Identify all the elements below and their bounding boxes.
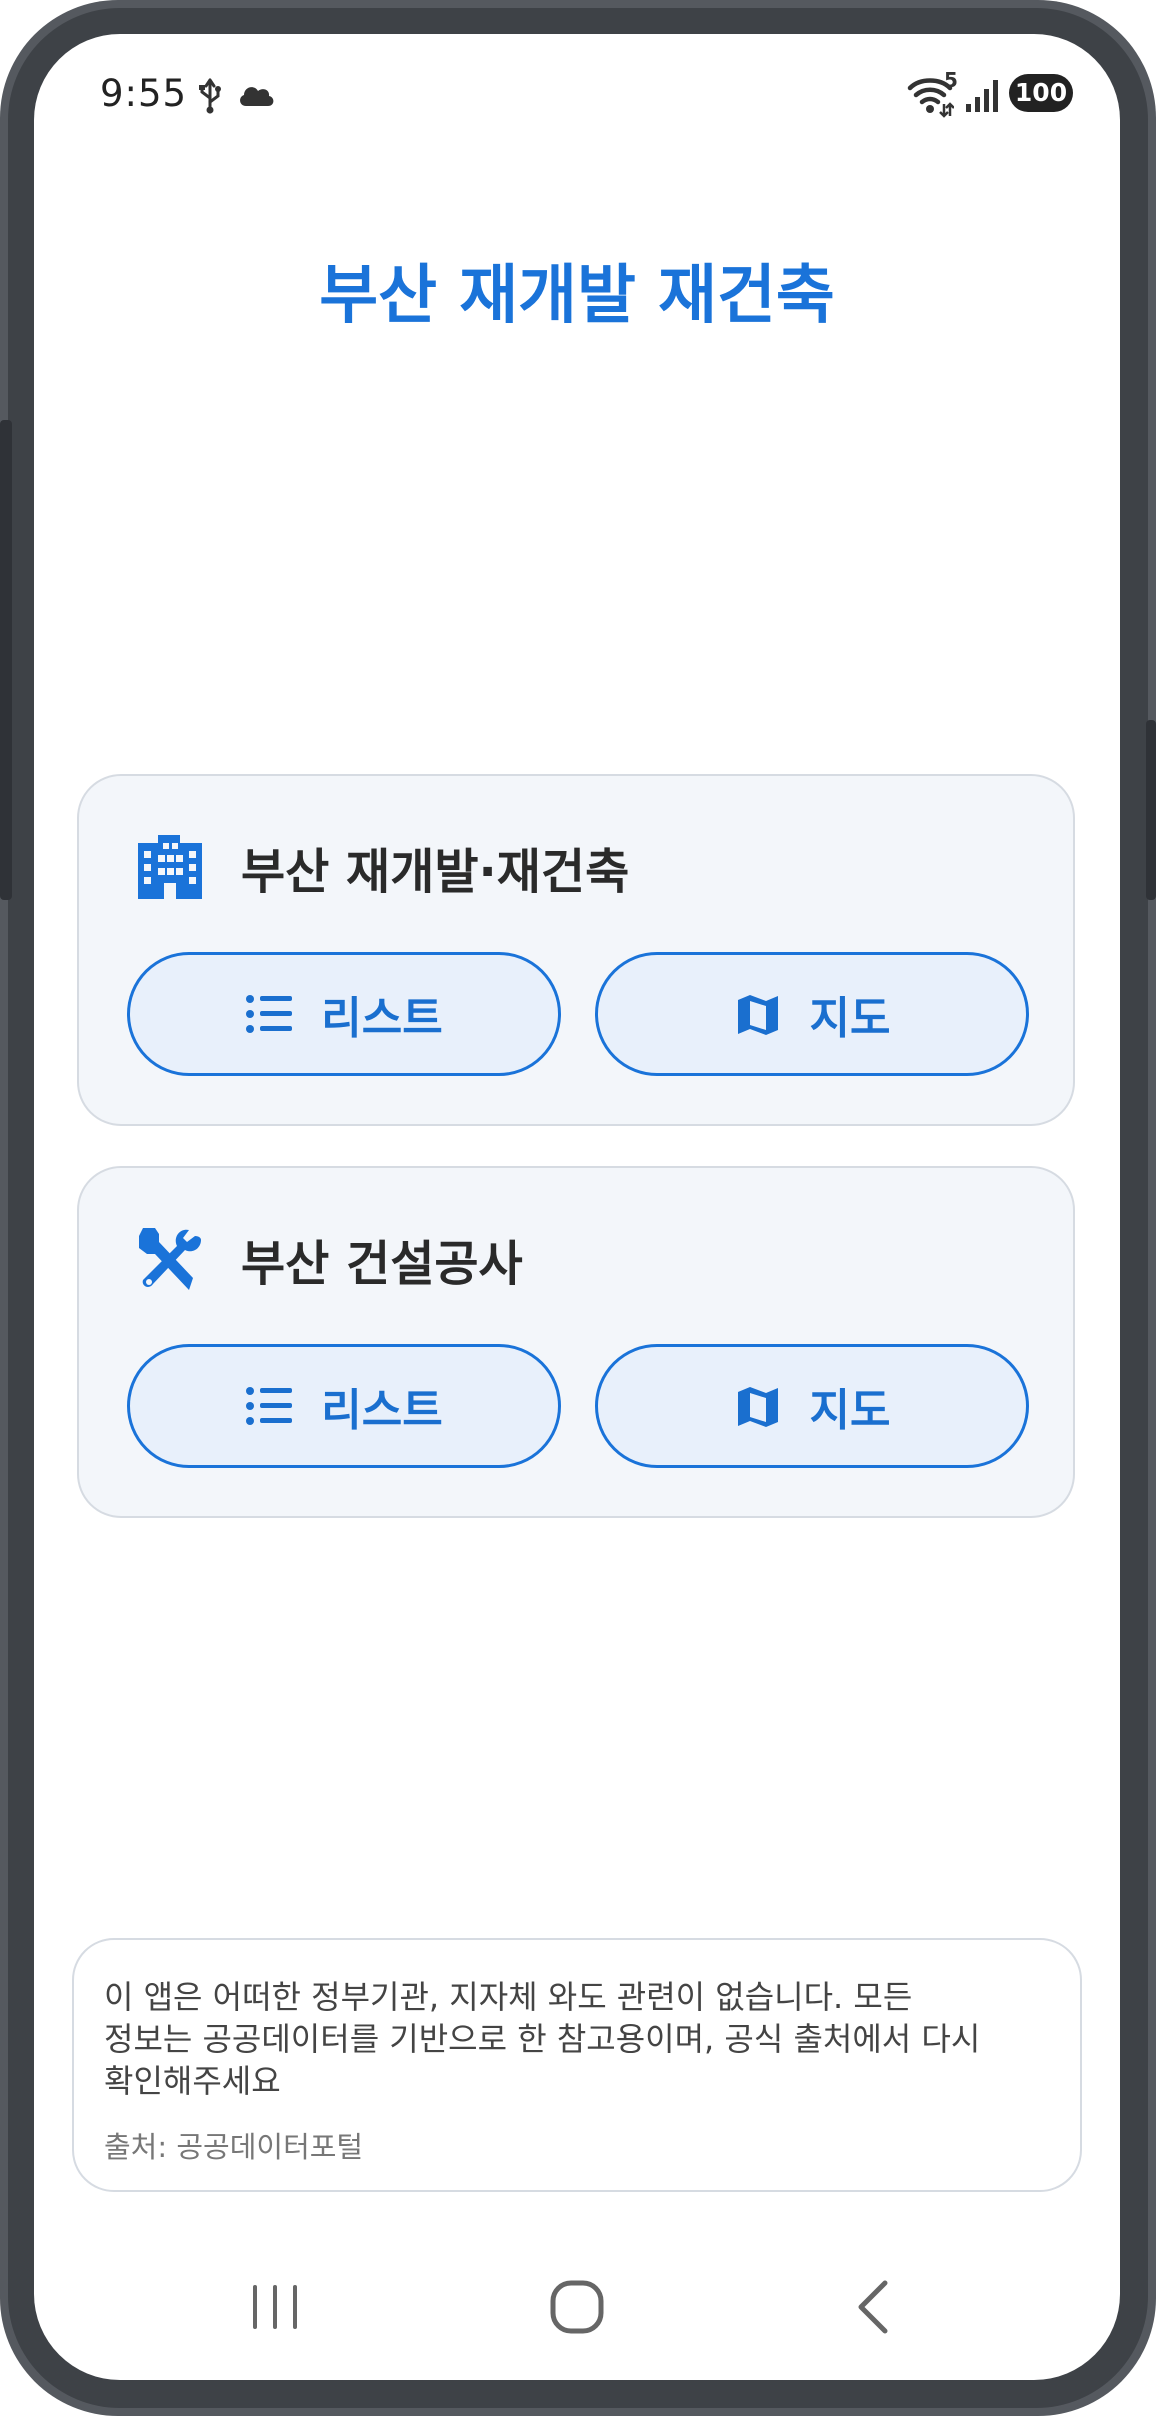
- battery-indicator: 100: [1009, 74, 1073, 112]
- building-icon: [135, 832, 205, 902]
- list-icon: [245, 1382, 293, 1430]
- map-button-label: 지도: [809, 1385, 891, 1436]
- list-button-label: 리스트: [321, 1385, 443, 1436]
- cloud-icon: [240, 87, 274, 106]
- signal-icon: [966, 80, 998, 112]
- card-header: 부산 건설공사: [135, 1224, 523, 1294]
- usb-icon: [199, 78, 221, 114]
- home-icon: [550, 2280, 604, 2334]
- disclaimer-text: 이 앱은 어떠한 정부기관, 지자체 와도 관련이 없습니다. 모든 정보는 공…: [104, 1976, 1044, 2102]
- screen: 9:55 5 100 부산 재개발 재건축 부산 재개발·재건축 리스트 지도 …: [34, 34, 1120, 2380]
- disclaimer-line: 정보는 공공데이터를 기반으로 한 참고용이며, 공식 출처에서 다시: [104, 2020, 981, 2058]
- disclaimer-line: 이 앱은 어떠한 정부기관, 지자체 와도 관련이 없습니다. 모든: [104, 1978, 913, 2016]
- map-icon: [734, 1382, 782, 1430]
- redevelopment-list-button[interactable]: 리스트: [127, 952, 561, 1076]
- app-title: 부산 재개발 재건축: [319, 259, 835, 333]
- map-icon: [734, 990, 782, 1038]
- redevelopment-map-button[interactable]: 지도: [595, 952, 1029, 1076]
- map-button-label: 지도: [809, 993, 891, 1044]
- side-button-left: [0, 420, 12, 900]
- tools-icon: [135, 1224, 205, 1294]
- home-button[interactable]: [532, 2262, 622, 2352]
- recents-button[interactable]: [230, 2262, 320, 2352]
- list-button-label: 리스트: [321, 993, 443, 1044]
- status-time: 9:55: [100, 72, 188, 115]
- card-title: 부산 건설공사: [241, 1236, 523, 1292]
- list-icon: [245, 990, 293, 1038]
- construction-map-button[interactable]: 지도: [595, 1344, 1029, 1468]
- side-button-right: [1146, 720, 1156, 900]
- disclaimer-box: 이 앱은 어떠한 정부기관, 지자체 와도 관련이 없습니다. 모든 정보는 공…: [72, 1938, 1082, 2192]
- back-button[interactable]: [830, 2262, 920, 2352]
- redevelopment-card: 부산 재개발·재건축 리스트 지도: [77, 774, 1075, 1126]
- construction-card: 부산 건설공사 리스트 지도: [77, 1166, 1075, 1518]
- wifi-badge: 5: [944, 68, 958, 92]
- disclaimer-line: 확인해주세요: [104, 2062, 281, 2100]
- card-header: 부산 재개발·재건축: [135, 832, 629, 902]
- data-source: 출처: 공공데이터포털: [104, 2130, 364, 2164]
- recents-icon: [253, 2285, 297, 2329]
- navigation-bar: [34, 2230, 1120, 2380]
- status-bar: 9:55 5 100: [34, 34, 1120, 154]
- back-icon: [858, 2280, 888, 2334]
- construction-list-button[interactable]: 리스트: [127, 1344, 561, 1468]
- card-title: 부산 재개발·재건축: [241, 844, 630, 900]
- device-frame: 9:55 5 100 부산 재개발 재건축 부산 재개발·재건축 리스트 지도 …: [0, 0, 1156, 2416]
